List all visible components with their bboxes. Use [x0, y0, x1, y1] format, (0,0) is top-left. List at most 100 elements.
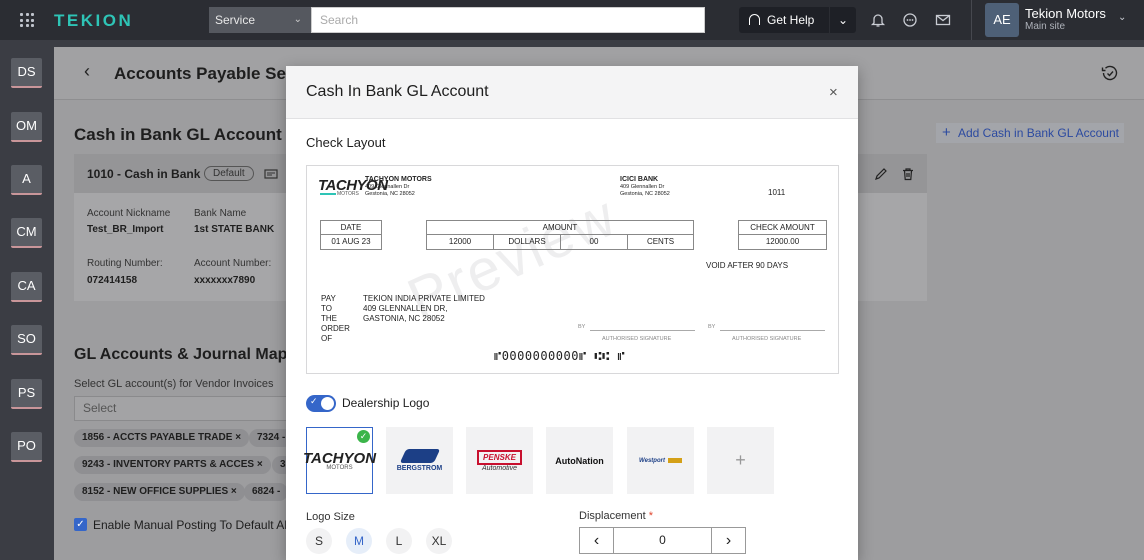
- logo-stripe: [320, 193, 336, 195]
- pay-label: THE: [321, 314, 337, 323]
- sidebar-item-po[interactable]: PO: [11, 432, 42, 462]
- top-bar: TEKION Service ⌄ Search Get Help ⌄ AE Tek…: [0, 0, 1144, 40]
- sidebar-item-ps[interactable]: PS: [11, 379, 42, 409]
- displacement-label: Displacement *: [579, 510, 653, 522]
- micr-line: ⑈0000000000⑈ ⑆⑆ ⑈: [494, 349, 626, 363]
- logo-option-autonation[interactable]: AutoNation: [546, 427, 613, 494]
- checkbox[interactable]: ✓: [74, 518, 87, 531]
- nickname-label: Account Nickname: [87, 208, 171, 219]
- mail-icon[interactable]: [935, 12, 951, 28]
- sidebar-item-ca[interactable]: CA: [11, 272, 42, 302]
- app-grid-icon[interactable]: [20, 13, 34, 27]
- get-help-button[interactable]: Get Help: [739, 7, 829, 33]
- modal-dialog: Cash In Bank GL Account × Check Layout P…: [286, 66, 858, 560]
- help-dropdown-button[interactable]: ⌄: [830, 7, 856, 33]
- size-option-s[interactable]: S: [306, 528, 332, 554]
- logo-option-penske[interactable]: PENSKE Automotive: [466, 427, 533, 494]
- chip-label: 9243 - INVENTORY PARTS & ACCES: [82, 459, 255, 470]
- routing-value: 072414158: [87, 275, 138, 286]
- sidebar-item-ds[interactable]: DS: [11, 58, 42, 88]
- history-icon[interactable]: [1100, 63, 1120, 83]
- account-name[interactable]: Tekion Motors: [1025, 6, 1106, 21]
- divider: [971, 0, 972, 40]
- bell-icon[interactable]: [870, 12, 886, 28]
- signature-line: [590, 330, 695, 331]
- size-option-m[interactable]: M: [346, 528, 372, 554]
- trash-icon[interactable]: [901, 167, 915, 181]
- date-value: 01 AUG 23: [320, 234, 382, 250]
- gl-chip[interactable]: 6824 -: [244, 483, 289, 501]
- bank-name-label: Bank Name: [194, 208, 247, 219]
- signature-label: AUTHORISED SIGNATURE: [732, 336, 802, 342]
- chevron-down-icon: ⌄: [293, 14, 302, 25]
- sidebar: DS OM A CM CA SO PS PO: [0, 47, 54, 560]
- chat-icon[interactable]: [902, 12, 918, 28]
- chevron-down-icon[interactable]: ⌄: [1118, 12, 1126, 23]
- logo-size-label: Logo Size: [306, 511, 355, 523]
- bergstrom-mark: [399, 449, 440, 463]
- chip-label: 8152 - NEW OFFICE SUPPLIES: [82, 486, 229, 497]
- close-icon[interactable]: ×: [829, 84, 838, 101]
- bank-address-1: 409 Glennallen Dr: [620, 184, 665, 190]
- company-address-1: 409 Glennallen Dr: [365, 184, 410, 190]
- check-amount-label: CHECK AMOUNT: [738, 220, 827, 235]
- add-logo-button[interactable]: +: [707, 427, 774, 494]
- checkbox-label: Enable Manual Posting To Default AP: [93, 518, 293, 532]
- chevrolet-bowtie-icon: [667, 458, 682, 463]
- pay-label: TO: [321, 304, 332, 313]
- search-input[interactable]: Search: [311, 7, 705, 33]
- card-icon: [264, 169, 278, 179]
- routing-label: Routing Number:: [87, 258, 163, 269]
- bank-address-2: Gestonia, NC 28052: [620, 191, 670, 197]
- sidebar-item-om[interactable]: OM: [11, 112, 42, 142]
- gl-chip[interactable]: 9243 - INVENTORY PARTS & ACCES ×: [74, 456, 271, 474]
- account-number-value: xxxxxxx7890: [194, 275, 256, 286]
- pay-label: OF: [321, 334, 333, 343]
- amount-dollars: 12000: [426, 234, 494, 250]
- pay-label: ORDER: [321, 324, 350, 333]
- modal-title: Cash In Bank GL Account: [306, 83, 489, 100]
- edit-icon[interactable]: [874, 167, 888, 181]
- payee-address-2: GASTONIA, NC 28052: [363, 314, 445, 323]
- company-address-2: Gestonia, NC 28052: [365, 191, 415, 197]
- headset-icon: [749, 14, 760, 25]
- get-help-label: Get Help: [767, 13, 815, 27]
- check-icon: ✓: [310, 396, 318, 406]
- payee-name: TEKION INDIA PRIVATE LIMITED: [363, 294, 485, 303]
- plus-icon: +: [942, 124, 951, 141]
- logo-text: Westport: [639, 457, 665, 464]
- sidebar-item-cm[interactable]: CM: [11, 218, 42, 248]
- logo-sub-text: Automotive: [481, 464, 518, 472]
- logo-option-bergstrom[interactable]: BERGSTROM: [386, 427, 453, 494]
- amount-cents: 00: [560, 234, 628, 250]
- nickname-value: Test_BR_Import: [87, 224, 164, 235]
- page-title: Accounts Payable Setti: [114, 64, 303, 83]
- logo-option-tachyon[interactable]: TACHYON MOTORS ✓: [303, 427, 376, 494]
- gl-account-select[interactable]: Select: [74, 396, 294, 421]
- sidebar-item-a[interactable]: A: [11, 165, 42, 195]
- add-cash-in-bank-link[interactable]: + Add Cash in Bank GL Account: [936, 123, 1124, 143]
- modal-header: Cash In Bank GL Account ×: [286, 66, 858, 119]
- size-option-xl[interactable]: XL: [426, 528, 452, 554]
- service-select[interactable]: Service ⌄: [209, 7, 311, 33]
- default-badge: Default: [204, 166, 254, 181]
- bank-name-value: 1st STATE BANK: [194, 224, 275, 235]
- dealership-logo-label: Dealership Logo: [342, 396, 430, 410]
- dealership-logo-toggle[interactable]: ✓: [306, 395, 336, 412]
- displacement-value[interactable]: 0: [614, 528, 711, 553]
- gl-chip[interactable]: 1856 - ACCTS PAYABLE TRADE ×: [74, 429, 250, 447]
- sidebar-item-so[interactable]: SO: [11, 325, 42, 355]
- displacement-label-text: Displacement: [579, 510, 646, 522]
- chip-label: 1856 - ACCTS PAYABLE TRADE: [82, 432, 233, 443]
- company-name: TACHYON MOTORS: [365, 176, 432, 183]
- check-number: 1011: [768, 188, 786, 197]
- back-arrow-icon[interactable]: ‹: [84, 61, 90, 82]
- decrement-button[interactable]: ‹: [580, 528, 614, 553]
- logo-option-westport[interactable]: Westport: [627, 427, 694, 494]
- size-option-l[interactable]: L: [386, 528, 412, 554]
- increment-button[interactable]: ›: [711, 528, 745, 553]
- gl-chip[interactable]: 8152 - NEW OFFICE SUPPLIES ×: [74, 483, 245, 501]
- by-label: BY: [708, 324, 716, 330]
- avatar[interactable]: AE: [985, 3, 1019, 37]
- section-title: Cash in Bank GL Account: [74, 125, 282, 144]
